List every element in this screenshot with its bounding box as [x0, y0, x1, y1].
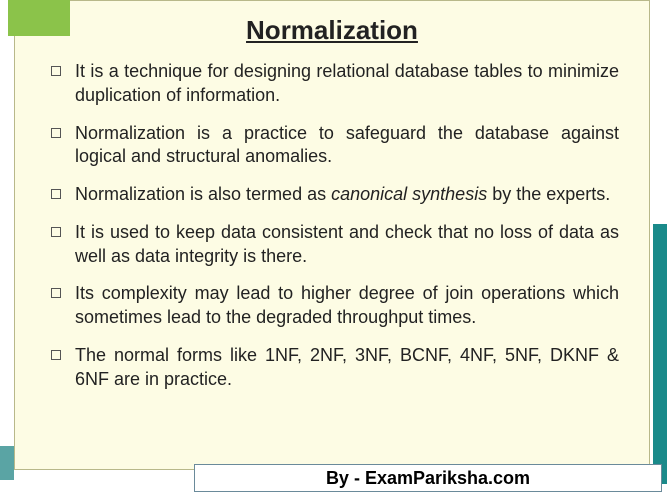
list-item: Normalization is also termed as canonica…: [51, 183, 619, 207]
bullet-list: It is a technique for designing relation…: [15, 54, 649, 391]
list-item: The normal forms like 1NF, 2NF, 3NF, BCN…: [51, 344, 619, 392]
bullet-text: Normalization is also termed as canonica…: [75, 183, 619, 207]
bullet-text: Normalization is a practice to safeguard…: [75, 122, 619, 170]
list-item: Normalization is a practice to safeguard…: [51, 122, 619, 170]
bullet-icon: [51, 350, 61, 360]
bullet-text: It is a technique for designing relation…: [75, 60, 619, 108]
bullet-text-italic: canonical synthesis: [331, 184, 487, 204]
bullet-text-pre: Normalization is also termed as: [75, 184, 331, 204]
bullet-icon: [51, 66, 61, 76]
decor-green-block: [8, 0, 70, 36]
bullet-icon: [51, 189, 61, 199]
bullet-text: Its complexity may lead to higher degree…: [75, 282, 619, 330]
attribution-text: By - ExamPariksha.com: [326, 468, 530, 489]
bullet-icon: [51, 288, 61, 298]
list-item: It is used to keep data consistent and c…: [51, 221, 619, 269]
list-item: It is a technique for designing relation…: [51, 60, 619, 108]
decor-teal-left: [0, 446, 14, 480]
slide-title: Normalization: [15, 1, 649, 54]
decor-teal-right: [653, 224, 667, 484]
bullet-icon: [51, 227, 61, 237]
slide-body: Normalization It is a technique for desi…: [14, 0, 650, 470]
bullet-icon: [51, 128, 61, 138]
list-item: Its complexity may lead to higher degree…: [51, 282, 619, 330]
attribution-bar: By - ExamPariksha.com: [194, 464, 662, 492]
bullet-text: The normal forms like 1NF, 2NF, 3NF, BCN…: [75, 344, 619, 392]
bullet-text-post: by the experts.: [487, 184, 610, 204]
bullet-text: It is used to keep data consistent and c…: [75, 221, 619, 269]
